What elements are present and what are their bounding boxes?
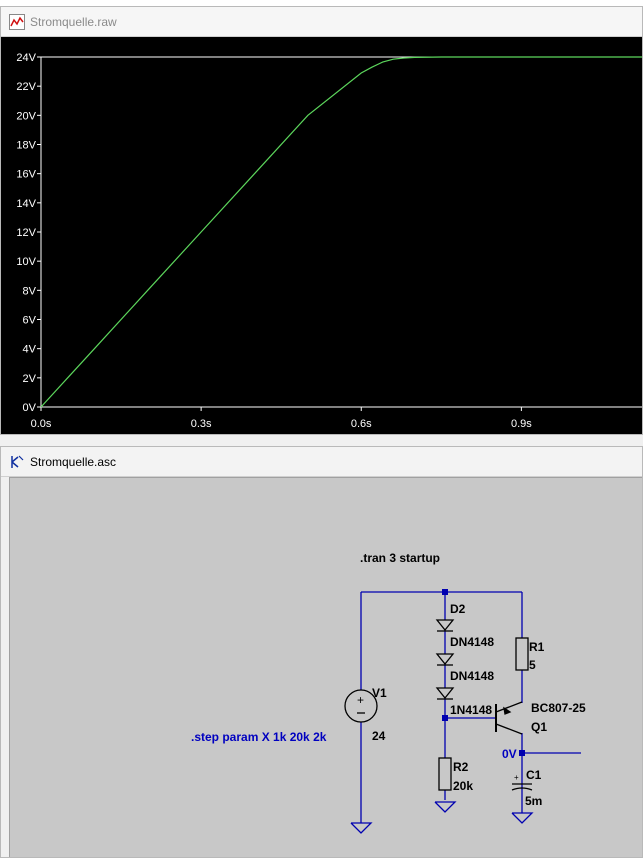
r1-value-label: 5 (529, 658, 536, 672)
node-voltage-label: 0V (502, 747, 517, 761)
y-tick-label: 4V (23, 344, 37, 356)
schematic-window-title: Stromquelle.asc (30, 454, 117, 469)
r1-name-label: R1 (529, 640, 545, 654)
d1-overlap-label: DN4148 (450, 635, 494, 649)
x-tick-label: 0.9s (511, 418, 532, 430)
svg-text:+: + (357, 693, 364, 707)
resistor-r1-icon[interactable] (515, 637, 529, 671)
waveform-window[interactable]: Stromquelle.raw 0V 2V 4V 6V 8V 10V 12V 14V 16V 18… (0, 6, 643, 435)
y-tick-label: 12V (16, 227, 36, 239)
diode-d3-icon[interactable] (435, 687, 455, 700)
r2-value-label: 20k (453, 779, 473, 793)
y-tick-label: 6V (23, 315, 37, 327)
junction-dot (519, 750, 525, 756)
waveform-window-title: Stromquelle.raw (30, 14, 117, 29)
step-directive[interactable]: .step param X 1k 20k 2k (191, 730, 327, 744)
q1-name-label: Q1 (531, 720, 547, 734)
waveform-trace (40, 56, 642, 408)
c1-value-label: 5m (525, 794, 542, 808)
schematic-window[interactable]: Stromquelle.asc + + .tran 3 startup V1 2… (0, 446, 643, 858)
diode-model-label: 1N4148 (450, 703, 492, 717)
waveform-window-titlebar[interactable]: Stromquelle.raw (1, 7, 642, 37)
x-tick-label: 0.0s (31, 418, 52, 430)
y-tick-label: 16V (16, 169, 36, 181)
d2-name-label: D2 (450, 602, 466, 616)
ground-v1-icon (350, 822, 373, 834)
r2-name-label: R2 (453, 760, 469, 774)
x-tick-label: 0.6s (351, 418, 372, 430)
c1-name-label: C1 (526, 768, 542, 782)
svg-text:+: + (514, 773, 519, 782)
junction-dot (442, 589, 448, 595)
v1-name-label: V1 (372, 686, 387, 700)
y-tick-label: 20V (16, 110, 36, 122)
ground-r2-icon (434, 801, 457, 813)
tran-directive[interactable]: .tran 3 startup (360, 551, 440, 565)
y-tick-label: 18V (16, 140, 36, 152)
schematic-canvas[interactable]: + + .tran 3 startup V1 24 D2 DN4148 DN41… (9, 477, 643, 858)
waveform-chart[interactable]: 0V 2V 4V 6V 8V 10V 12V 14V 16V 18V 20V 22V 24V 0.0s 0.… (1, 37, 642, 435)
d3-overlap-label: DN4148 (450, 669, 494, 683)
schematic-drawing[interactable]: + + .tran 3 startup V1 24 D2 DN4148 DN41… (10, 478, 643, 858)
resistor-r2-icon[interactable] (438, 757, 452, 791)
y-tick-label: 24V (16, 52, 36, 64)
x-tick-label: 0.3s (191, 418, 212, 430)
v1-value-label: 24 (372, 729, 386, 743)
y-tick-label: 22V (16, 81, 36, 93)
schematic-icon (11, 455, 24, 468)
junction-dot (442, 715, 448, 721)
y-tick-label: 8V (23, 285, 37, 297)
plot-frame (40, 56, 642, 408)
y-tick-label: 2V (23, 373, 37, 385)
schematic-window-titlebar[interactable]: Stromquelle.asc (1, 447, 642, 477)
q1-model-label: BC807-25 (531, 701, 586, 715)
y-tick-label: 14V (16, 198, 36, 210)
waveform-plot-area[interactable]: 0V 2V 4V 6V 8V 10V 12V 14V 16V 18V 20V 22V 24V 0.0s 0.… (1, 37, 642, 435)
y-tick-label: 10V (16, 256, 36, 268)
waveform-icon (9, 13, 25, 30)
y-tick-label: 0V (23, 402, 37, 414)
diode-d1-icon[interactable] (435, 653, 455, 666)
ground-c1-icon (511, 812, 534, 824)
diode-d2-icon[interactable] (435, 619, 455, 632)
